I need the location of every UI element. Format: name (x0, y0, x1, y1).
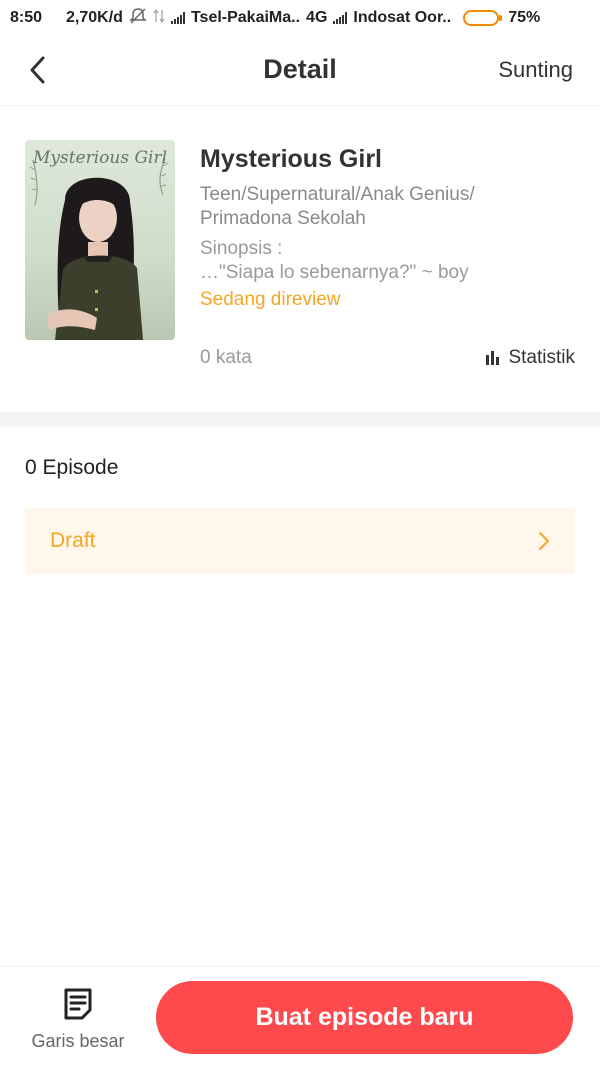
cover-title: Mysterious Girl (32, 148, 168, 168)
signal-icon (333, 12, 348, 24)
mute-icon (129, 7, 147, 29)
status-carrier-2: Indosat Oor.. (353, 9, 452, 26)
synopsis-label: Sinopsis : (200, 238, 283, 259)
status-bar: 8:50 2,70K/d Tsel-PakaiMa.. 4G Indosat O… (0, 0, 600, 36)
signal-icon (170, 12, 185, 24)
status-battery: 75% (508, 9, 541, 26)
statistics-label: Statistik (508, 347, 575, 368)
synopsis-text: …"Siapa lo sebenarnya?" ~ boy (200, 262, 469, 283)
battery-icon (463, 10, 503, 26)
data-arrows-icon (153, 8, 165, 28)
status-net-speed: 2,70K/d (66, 9, 123, 26)
book-cover[interactable]: Mysterious Girl (25, 140, 175, 340)
edit-button[interactable]: Sunting (498, 57, 573, 83)
status-time: 8:50 (10, 9, 43, 26)
document-list-icon (64, 988, 92, 1020)
outline-button[interactable]: Garis besar (18, 987, 138, 1057)
status-network-type: 4G (306, 9, 328, 26)
new-episode-button[interactable]: Buat episode baru (156, 981, 573, 1054)
cover-illustration (29, 157, 169, 340)
review-status: Sedang direview (200, 289, 341, 310)
outline-label: Garis besar (31, 1031, 125, 1051)
statistics-button[interactable]: Statistik (486, 347, 575, 369)
book-title: Mysterious Girl (200, 145, 382, 173)
section-divider (0, 412, 600, 427)
status-carrier-1: Tsel-PakaiMa.. (190, 9, 301, 26)
draft-row[interactable]: Draft (25, 508, 575, 574)
top-app-bar: Detail Sunting (0, 36, 600, 106)
bar-chart-icon (486, 351, 500, 365)
book-tags: Teen/Supernatural/Anak Genius/ Primadona… (200, 184, 475, 229)
episode-count: 0 Episode (25, 456, 119, 479)
bottom-bar: Garis besar Buat episode baru (0, 966, 600, 1067)
word-count: 0 kata (200, 347, 252, 368)
draft-label: Draft (50, 529, 96, 552)
chevron-right-icon (539, 532, 549, 550)
book-card: Mysterious Girl Mysterious Girl Teen/Sup… (0, 107, 600, 412)
